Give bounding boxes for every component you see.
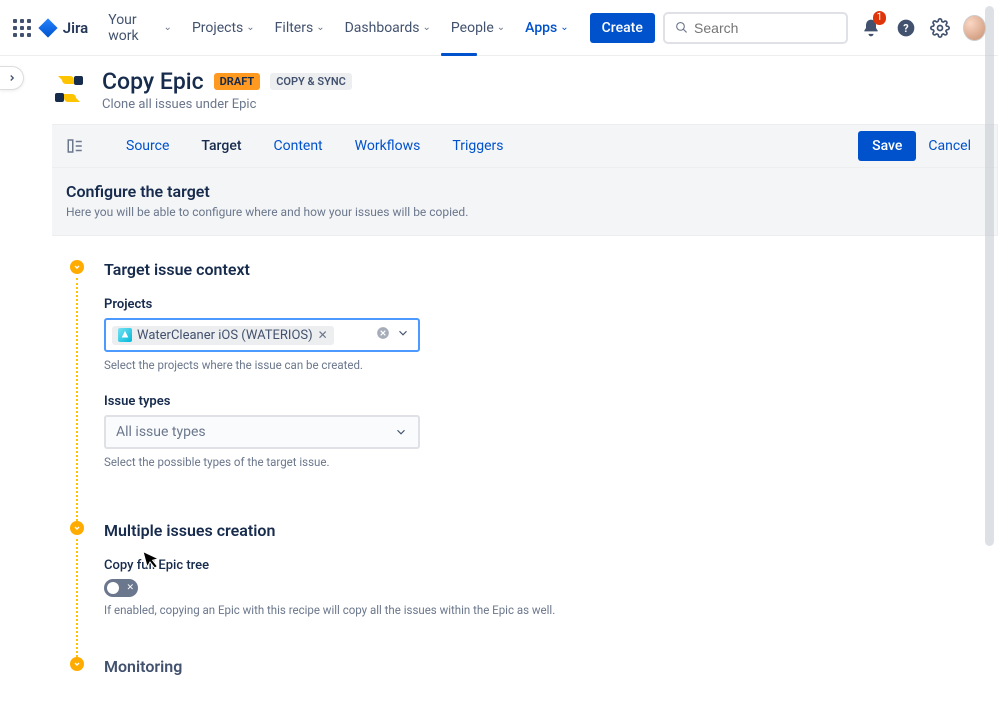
toggle-off-icon: ✕ [126, 583, 134, 593]
nav-projects[interactable]: Projects⌄ [184, 14, 263, 42]
app-switcher-icon[interactable] [12, 16, 33, 40]
tab-target[interactable]: Target [185, 124, 257, 168]
timeline-line [76, 539, 78, 657]
section-expand-icon[interactable] [70, 521, 84, 535]
tab-workflows[interactable]: Workflows [339, 124, 437, 168]
chip-remove-icon[interactable]: ✕ [318, 328, 328, 342]
copy-epic-toggle[interactable]: ✕ [104, 579, 138, 597]
projects-label: Projects [104, 297, 984, 312]
settings-icon[interactable] [929, 15, 952, 41]
section-expand-icon[interactable] [70, 657, 84, 671]
types-value: All issue types [116, 424, 206, 440]
toggle-help: If enabled, copying an Epic with this re… [104, 603, 984, 617]
timeline-line [76, 278, 78, 521]
project-chip: WaterCleaner iOS (WATERIOS) ✕ [112, 326, 334, 345]
types-help: Select the possible types of the target … [104, 455, 984, 469]
top-nav: Jira Your work⌄ Projects⌄ Filters⌄ Dashb… [0, 0, 998, 56]
nav-people[interactable]: People⌄ [443, 14, 513, 42]
chevron-down-icon [394, 425, 408, 439]
section-target-context: Target issue context Projects WaterClean… [66, 260, 984, 521]
configure-subtitle: Here you will be able to configure where… [66, 205, 983, 219]
section-expand-icon[interactable] [70, 260, 84, 274]
notifications-icon[interactable]: 1 [860, 15, 883, 41]
projects-select[interactable]: WaterCleaner iOS (WATERIOS) ✕ [104, 318, 420, 352]
create-button[interactable]: Create [590, 13, 655, 43]
project-avatar-icon [118, 328, 132, 342]
configure-title: Configure the target [66, 182, 983, 201]
configure-banner: Configure the target Here you will be ab… [52, 168, 998, 236]
section-monitoring: Monitoring [66, 657, 984, 724]
scrollbar[interactable] [982, 2, 996, 622]
cancel-button[interactable]: Cancel [916, 131, 983, 161]
section-title: Multiple issues creation [104, 521, 984, 540]
toggle-knob [107, 582, 119, 594]
nav-filters[interactable]: Filters⌄ [267, 14, 333, 42]
tabs-row: Source Target Content Workflows Triggers… [52, 124, 998, 168]
save-button[interactable]: Save [858, 131, 916, 161]
nav-apps[interactable]: Apps⌄ [517, 14, 580, 42]
section-multiple-issues: Multiple issues creation Copy full Epic … [66, 521, 984, 657]
search-box[interactable] [663, 12, 848, 44]
toggle-label: Copy full Epic tree [104, 558, 984, 573]
projects-help: Select the projects where the issue can … [104, 358, 984, 372]
recipe-icon [52, 72, 86, 106]
notif-badge: 1 [873, 11, 887, 25]
jira-logo[interactable]: Jira [37, 17, 88, 39]
product-name: Jira [63, 19, 88, 37]
clear-all-icon[interactable] [376, 326, 390, 344]
page-subtitle: Clone all issues under Epic [102, 97, 352, 112]
search-input[interactable] [694, 20, 836, 36]
types-label: Issue types [104, 394, 984, 409]
help-icon[interactable]: ? [894, 15, 917, 41]
scrollbar-thumb[interactable] [985, 6, 994, 546]
section-title: Monitoring [104, 657, 984, 676]
search-icon [675, 20, 688, 35]
active-tab-underline [441, 53, 477, 56]
section-title: Target issue context [104, 260, 984, 279]
recipe-type-badge: COPY & SYNC [270, 73, 352, 90]
page-title: Copy Epic [102, 68, 204, 95]
types-select[interactable]: All issue types [104, 415, 420, 449]
nav-dashboards[interactable]: Dashboards⌄ [337, 14, 439, 42]
page-header: Copy Epic DRAFT COPY & SYNC Clone all is… [52, 56, 998, 112]
sidebar-expand-handle[interactable] [0, 66, 24, 90]
project-chip-label: WaterCleaner iOS (WATERIOS) [137, 328, 313, 343]
draft-badge: DRAFT [214, 73, 261, 90]
nav-your-work[interactable]: Your work⌄ [100, 6, 180, 50]
chevron-down-icon[interactable] [396, 326, 410, 344]
layout-icon[interactable] [66, 137, 84, 155]
tab-content[interactable]: Content [257, 124, 338, 168]
tab-source[interactable]: Source [110, 124, 185, 168]
svg-text:?: ? [903, 22, 908, 35]
tab-triggers[interactable]: Triggers [436, 124, 519, 168]
